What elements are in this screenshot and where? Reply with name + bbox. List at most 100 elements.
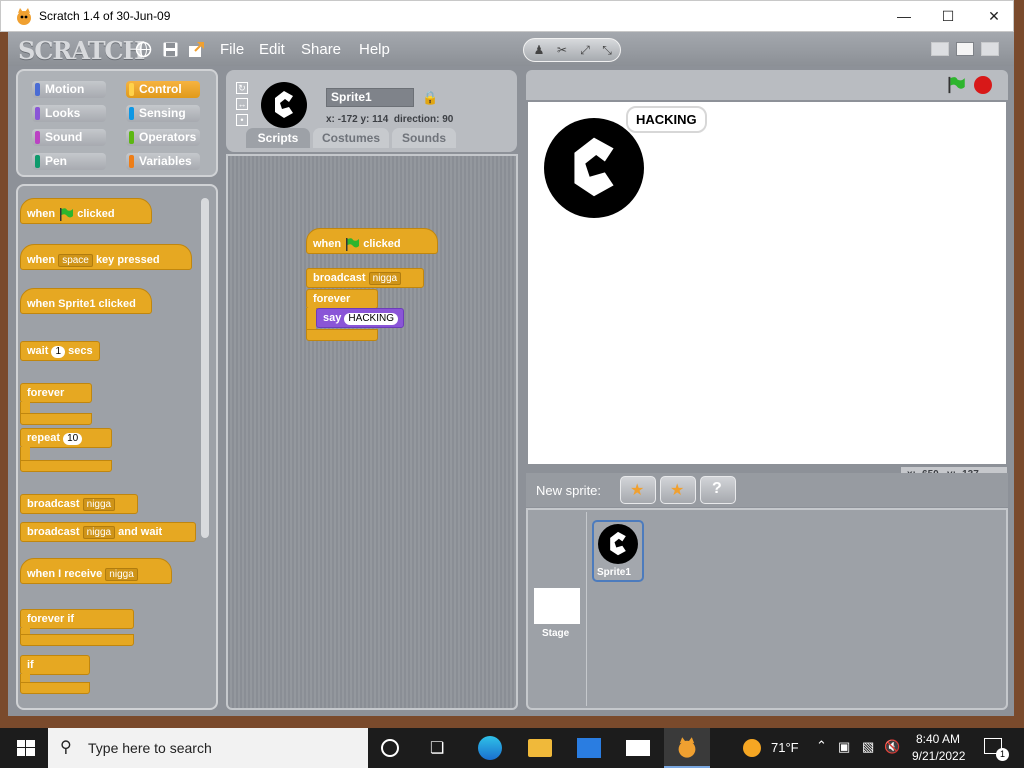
category-looks[interactable]: Looks xyxy=(32,105,106,122)
save-icon[interactable] xyxy=(162,41,179,58)
message-dropdown[interactable]: nigga xyxy=(368,272,402,285)
category-motion[interactable]: Motion xyxy=(32,81,106,98)
no-rotate-icon[interactable]: • xyxy=(236,114,248,126)
script-say-block[interactable]: say HACKING xyxy=(316,308,404,328)
minimize-button[interactable]: — xyxy=(881,1,927,32)
weather-temperature[interactable]: 71°F xyxy=(771,740,799,755)
block-text: if xyxy=(27,659,34,671)
sprite-tile-sprite1[interactable]: Sprite1 xyxy=(592,520,644,582)
presentation-mode-icon[interactable] xyxy=(981,42,999,56)
normal-stage-layout-icon[interactable] xyxy=(956,42,974,56)
script-broadcast[interactable]: broadcast nigga xyxy=(306,268,424,288)
cortana-icon[interactable] xyxy=(381,739,399,757)
chevron-up-icon[interactable]: ⌃ xyxy=(816,738,827,754)
rotate-style-icon[interactable]: ↻ xyxy=(236,82,248,94)
random-sprite-button[interactable]: ? xyxy=(700,476,736,504)
x-label: x: xyxy=(326,114,335,125)
taskbar-search[interactable]: ⚲ Type here to search xyxy=(48,728,368,768)
scripts-area[interactable]: when clicked broadcast nigga forever say… xyxy=(226,154,518,710)
delete-scissors-icon[interactable]: ✂ xyxy=(553,42,571,59)
network-icon[interactable]: ▧ xyxy=(862,739,874,755)
c-brace xyxy=(306,308,316,330)
store-icon[interactable] xyxy=(577,738,601,758)
sprite-logo-icon xyxy=(610,531,626,556)
volume-muted-icon[interactable]: 🔇 xyxy=(884,739,900,755)
block-text: secs xyxy=(68,345,93,357)
category-operators[interactable]: Operators xyxy=(126,129,200,146)
edge-icon[interactable] xyxy=(478,736,502,760)
stage[interactable]: HACKING xyxy=(528,102,1006,464)
block-text: when I receive xyxy=(27,568,103,580)
tab-sounds[interactable]: Sounds xyxy=(392,128,456,148)
stop-icon[interactable] xyxy=(974,76,992,94)
new-sprite-bar: New sprite: ★ ★ ? xyxy=(526,473,1008,507)
script-when-flag-clicked[interactable]: when clicked xyxy=(306,228,438,254)
task-view-icon[interactable]: ❏ xyxy=(430,738,444,758)
shrink-icon[interactable]: ⤡ xyxy=(598,42,616,59)
block-when-key-pressed[interactable]: when space key pressed xyxy=(20,244,192,270)
paint-new-sprite-button[interactable]: ★ xyxy=(620,476,656,504)
category-control[interactable]: Control xyxy=(126,81,200,98)
grow-icon[interactable]: ⤢ xyxy=(576,42,594,59)
flip-style-icon[interactable]: ↔ xyxy=(236,98,248,110)
category-label: Operators xyxy=(139,130,197,144)
menu-share[interactable]: Share xyxy=(301,41,341,58)
file-explorer-icon[interactable] xyxy=(528,739,552,757)
wait-input[interactable]: 1 xyxy=(51,346,66,358)
clock-date[interactable]: 9/21/2022 xyxy=(912,749,965,763)
small-stage-layout-icon[interactable] xyxy=(931,42,949,56)
menu-edit[interactable]: Edit xyxy=(259,41,285,58)
duplicate-stamp-icon[interactable]: ♟ xyxy=(530,42,548,59)
window-title-bar: Scratch 1.4 of 30-Jun-09 — ☐ ✕ xyxy=(0,0,1014,32)
scratch-taskbar-button[interactable] xyxy=(664,728,710,768)
script-forever[interactable]: forever xyxy=(306,289,378,309)
block-text: broadcast xyxy=(27,498,80,510)
repeat-input[interactable]: 10 xyxy=(63,433,83,445)
block-text: when Sprite1 clicked xyxy=(27,298,136,310)
block-forever[interactable]: forever xyxy=(20,383,92,403)
category-pen[interactable]: Pen xyxy=(32,153,106,170)
block-if[interactable]: if xyxy=(20,655,90,675)
lock-icon[interactable]: 🔒 xyxy=(422,90,438,106)
block-when-flag-clicked[interactable]: when clicked xyxy=(20,198,152,224)
choose-sprite-file-button[interactable]: ★ xyxy=(660,476,696,504)
block-when-i-receive[interactable]: when I receive nigga xyxy=(20,558,172,584)
block-wait-secs[interactable]: wait 1 secs xyxy=(20,341,100,361)
category-variables[interactable]: Variables xyxy=(126,153,200,170)
close-button[interactable]: ✕ xyxy=(971,1,1017,32)
maximize-button[interactable]: ☐ xyxy=(925,1,971,32)
divider xyxy=(586,512,587,706)
message-dropdown[interactable]: nigga xyxy=(105,568,138,581)
block-repeat[interactable]: repeat 10 xyxy=(20,428,112,448)
mail-icon[interactable] xyxy=(626,740,650,756)
block-broadcast-and-wait[interactable]: broadcast nigga and wait xyxy=(20,522,196,542)
sprite-name-field[interactable]: Sprite1 xyxy=(326,88,414,107)
sprite-coordinates: x: -172 y: 114 direction: 90 xyxy=(326,114,453,125)
category-sound[interactable]: Sound xyxy=(32,129,106,146)
key-dropdown[interactable]: space xyxy=(58,254,93,267)
block-broadcast[interactable]: broadcast nigga xyxy=(20,494,138,514)
menu-help[interactable]: Help xyxy=(359,41,390,58)
message-dropdown[interactable]: nigga xyxy=(82,498,116,511)
block-forever-if[interactable]: forever if xyxy=(20,609,134,629)
message-dropdown[interactable]: nigga xyxy=(82,526,116,539)
stage-tile[interactable] xyxy=(534,588,580,624)
weather-sun-icon[interactable] xyxy=(743,739,761,757)
share-icon[interactable] xyxy=(188,41,205,58)
block-when-sprite-clicked[interactable]: when Sprite1 clicked xyxy=(20,288,152,314)
stage-sprite[interactable] xyxy=(544,118,644,218)
windows-start-icon[interactable] xyxy=(14,736,38,760)
globe-icon[interactable] xyxy=(135,41,152,58)
block-text: clicked xyxy=(77,208,115,220)
tab-costumes[interactable]: Costumes xyxy=(313,128,389,148)
meet-now-icon[interactable]: ▣ xyxy=(838,739,850,755)
category-sensing[interactable]: Sensing xyxy=(126,105,200,122)
category-selector: Motion Control Looks Sensing Sound Opera… xyxy=(16,69,218,177)
tab-scripts[interactable]: Scripts xyxy=(246,128,310,148)
blocks-palette: when clicked when space key pressed when… xyxy=(16,184,218,710)
palette-scrollbar[interactable] xyxy=(201,198,209,538)
menu-file[interactable]: File xyxy=(220,41,244,58)
clock-time[interactable]: 8:40 AM xyxy=(916,732,960,746)
green-flag-icon[interactable] xyxy=(946,76,966,94)
say-input[interactable]: HACKING xyxy=(344,313,398,325)
